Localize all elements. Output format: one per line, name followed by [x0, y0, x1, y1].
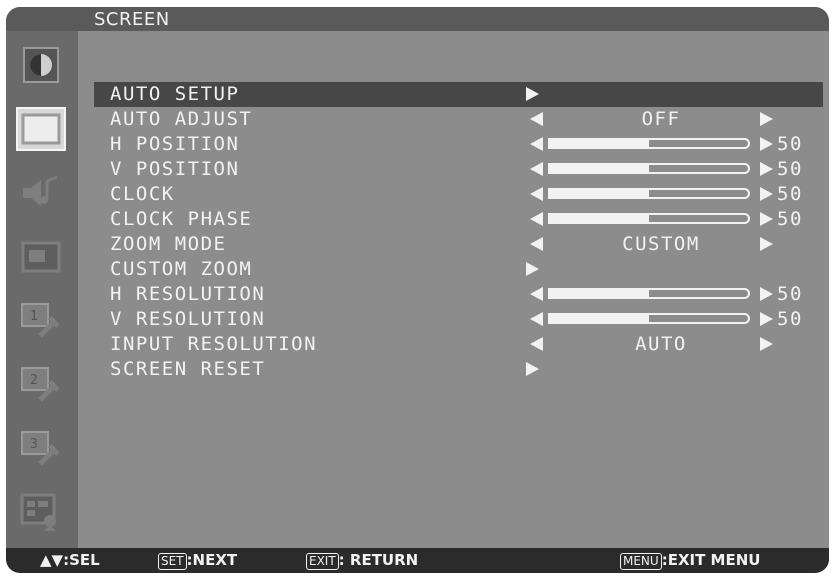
- menu-item-screen-reset[interactable]: SCREEN RESET: [110, 357, 265, 382]
- slider-value: 50: [777, 283, 803, 305]
- menu-item-v-resolution[interactable]: V RESOLUTION: [110, 307, 265, 332]
- help-next: SET:NEXT: [158, 551, 237, 570]
- svg-text:3: 3: [30, 437, 38, 452]
- decrease-arrow-icon[interactable]: [530, 212, 543, 226]
- multi-input-icon[interactable]: [16, 491, 66, 535]
- decrease-arrow-icon[interactable]: [530, 237, 543, 251]
- menu-item-input-resolution[interactable]: INPUT RESOLUTION: [110, 332, 317, 357]
- help-bar: ▲▼:SEL SET:NEXT EXIT: RETURN MENU:EXIT M…: [6, 548, 829, 573]
- increase-arrow-icon[interactable]: [760, 287, 773, 301]
- option1-icon[interactable]: 1: [16, 299, 66, 343]
- menu-item-zoom-mode[interactable]: ZOOM MODE: [110, 232, 226, 257]
- increase-arrow-icon[interactable]: [760, 312, 773, 326]
- slider-clock-phase[interactable]: [548, 213, 750, 224]
- svg-text:2: 2: [30, 373, 38, 388]
- audio-icon[interactable]: [16, 171, 66, 215]
- menu-key: MENU: [620, 553, 662, 570]
- exit-key: EXIT: [306, 553, 339, 570]
- slider-value: 50: [777, 133, 803, 155]
- menu-item-custom-zoom[interactable]: CUSTOM ZOOM: [110, 257, 252, 282]
- option-value: OFF: [641, 108, 681, 130]
- slider-fill: [550, 290, 649, 297]
- help-sel: ▲▼:SEL: [40, 551, 100, 569]
- option-value: AUTO: [635, 333, 687, 355]
- menu-item-h-position[interactable]: H POSITION: [110, 132, 239, 157]
- slider-value: 50: [777, 158, 803, 180]
- menu-title: SCREEN: [94, 9, 170, 30]
- decrease-arrow-icon[interactable]: [530, 162, 543, 176]
- slider-v-position[interactable]: [548, 163, 750, 174]
- set-key: SET: [158, 553, 187, 570]
- sidebar: 1 2 3: [6, 31, 78, 548]
- slider-fill: [550, 215, 649, 222]
- title-bar: SCREEN: [6, 7, 829, 31]
- slider-v-resolution[interactable]: [548, 313, 750, 324]
- help-return: EXIT: RETURN: [306, 551, 418, 570]
- menu-item-h-resolution[interactable]: H RESOLUTION: [110, 282, 265, 307]
- decrease-arrow-icon[interactable]: [530, 137, 543, 151]
- option3-icon[interactable]: 3: [16, 427, 66, 471]
- menu-item-v-position[interactable]: V POSITION: [110, 157, 239, 182]
- decrease-arrow-icon[interactable]: [530, 312, 543, 326]
- enter-arrow-icon[interactable]: [526, 262, 539, 276]
- slider-value: 50: [777, 208, 803, 230]
- slider-value: 50: [777, 183, 803, 205]
- slider-fill: [550, 140, 649, 147]
- slider-h-resolution[interactable]: [548, 288, 750, 299]
- help-exit-menu: MENU:EXIT MENU: [620, 551, 760, 570]
- enter-arrow-icon[interactable]: [526, 362, 539, 376]
- option-value: CUSTOM: [622, 233, 700, 255]
- picture-icon[interactable]: [16, 43, 66, 87]
- option2-icon[interactable]: 2: [16, 363, 66, 407]
- increase-arrow-icon[interactable]: [760, 162, 773, 176]
- increase-arrow-icon[interactable]: [760, 137, 773, 151]
- up-down-arrows-icon: ▲▼: [40, 551, 64, 569]
- decrease-arrow-icon[interactable]: [530, 287, 543, 301]
- menu-item-auto-adjust[interactable]: AUTO ADJUST: [110, 107, 252, 132]
- osd-menu: SCREEN 1 2 3 AUTO SETUP AUTO ADJUST OFF H P…: [6, 7, 829, 573]
- increase-arrow-icon[interactable]: [760, 187, 773, 201]
- pip-icon[interactable]: [16, 235, 66, 279]
- enter-arrow-icon[interactable]: [526, 87, 539, 101]
- decrease-arrow-icon[interactable]: [530, 187, 543, 201]
- increase-arrow-icon[interactable]: [760, 212, 773, 226]
- slider-h-position[interactable]: [548, 138, 750, 149]
- slider-clock[interactable]: [548, 188, 750, 199]
- screen-icon[interactable]: [16, 107, 66, 151]
- slider-fill: [550, 190, 649, 197]
- menu-item-auto-setup[interactable]: AUTO SETUP: [110, 82, 239, 107]
- slider-fill: [550, 315, 649, 322]
- decrease-arrow-icon[interactable]: [530, 112, 543, 126]
- menu-item-clock[interactable]: CLOCK: [110, 182, 175, 207]
- menu-item-clock-phase[interactable]: CLOCK PHASE: [110, 207, 252, 232]
- slider-fill: [550, 165, 649, 172]
- decrease-arrow-icon[interactable]: [530, 337, 543, 351]
- svg-text:1: 1: [30, 309, 38, 324]
- slider-value: 50: [777, 308, 803, 330]
